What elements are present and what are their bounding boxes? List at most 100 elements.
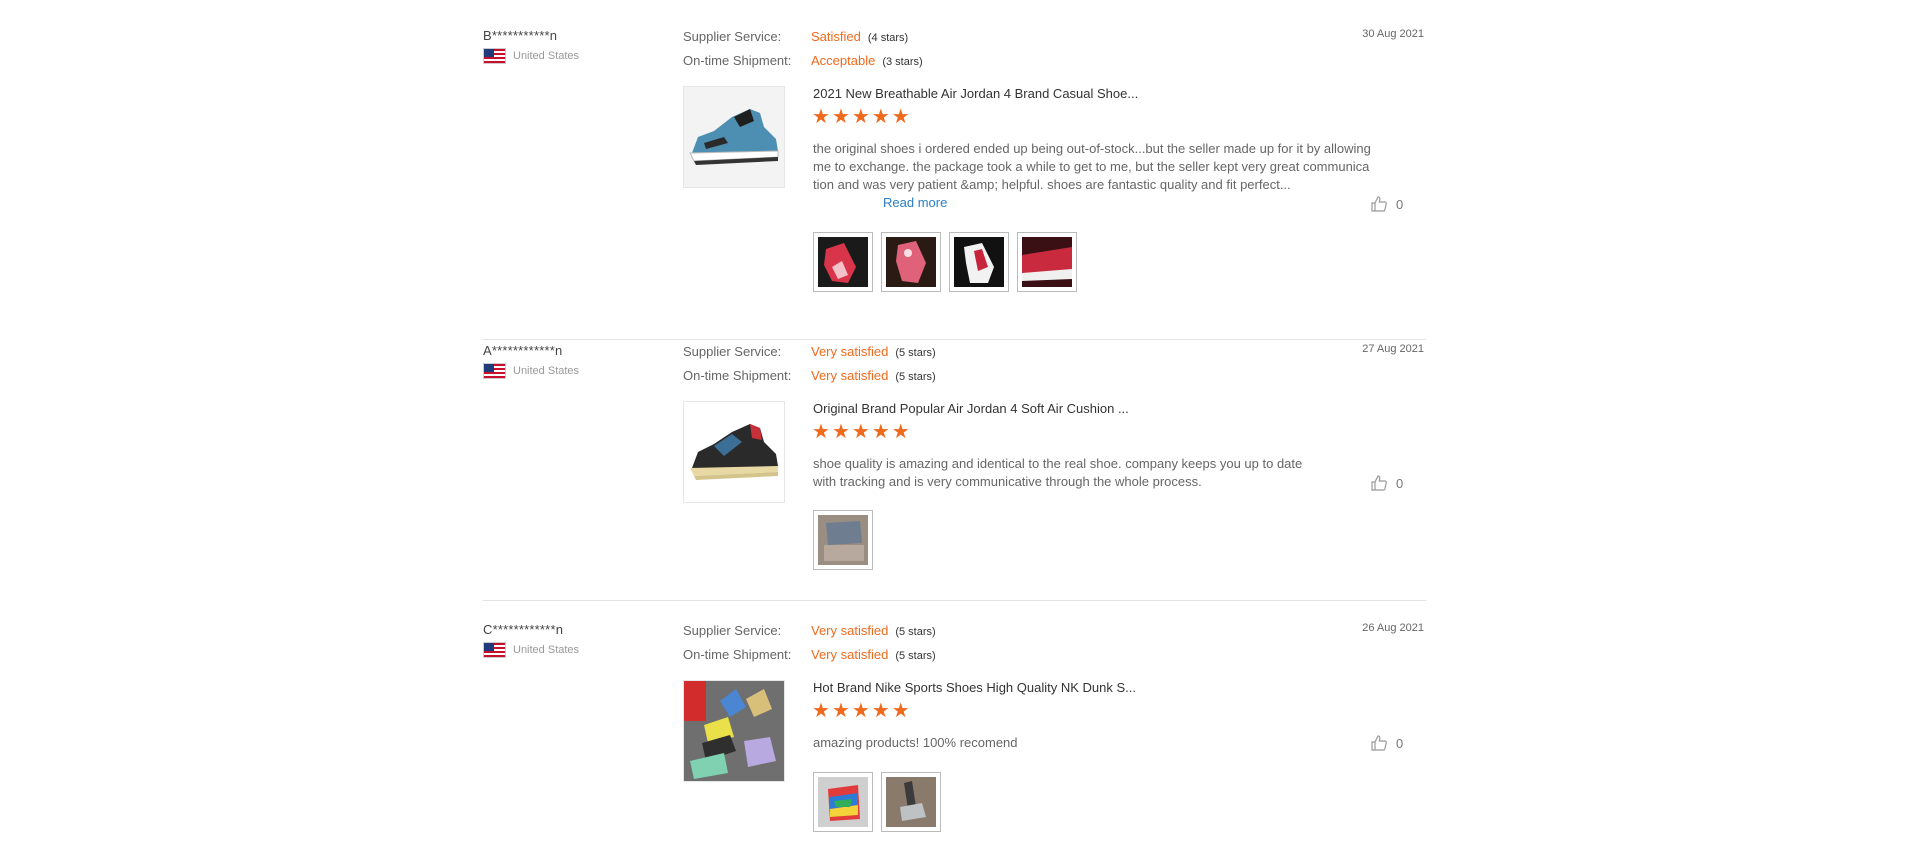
star-icon: ★ xyxy=(871,421,890,443)
product-image[interactable] xyxy=(683,86,785,188)
star-icon: ★ xyxy=(891,700,910,722)
us-flag-icon xyxy=(483,363,506,379)
review-date: 30 Aug 2021 xyxy=(1362,28,1424,40)
photo-pink-shoe xyxy=(886,237,936,287)
star-icon: ★ xyxy=(812,421,830,443)
review-photo-thumbnail[interactable] xyxy=(813,772,873,832)
photo-shoe-closeup xyxy=(1022,237,1072,287)
thumbs-up-icon xyxy=(1371,735,1387,751)
supplier-service-label: Supplier Service: xyxy=(683,344,782,359)
product-title[interactable]: Original Brand Popular Air Jordan 4 Soft… xyxy=(813,401,1129,416)
star-icon: ★ xyxy=(851,106,870,128)
shipment-stars: (5 stars) xyxy=(895,371,936,383)
review-photo-thumbnail[interactable] xyxy=(881,232,941,292)
reviewer-name: A************n xyxy=(483,343,563,358)
review-photo-thumbnail[interactable] xyxy=(949,232,1009,292)
shipment-value: Very satisfied xyxy=(811,647,889,662)
review-photos xyxy=(813,510,873,570)
supplier-service-value: Satisfied xyxy=(811,29,861,44)
review-text: amazing products! 100% recomend xyxy=(813,734,1373,752)
helpful-count: 0 xyxy=(1396,735,1404,751)
photo-box xyxy=(818,515,868,565)
helpful-button[interactable]: 0 xyxy=(1370,474,1403,492)
shipment-label: On-time Shipment: xyxy=(683,53,792,68)
star-icon: ★ xyxy=(891,421,910,443)
review-item: A************n United States Supplier Se… xyxy=(483,343,1426,601)
star-icon: ★ xyxy=(831,421,850,443)
helpful-count: 0 xyxy=(1396,475,1404,491)
reviewer-country: United States xyxy=(483,642,579,658)
review-photo-thumbnail[interactable] xyxy=(813,232,873,292)
shipment-label: On-time Shipment: xyxy=(683,647,792,662)
star-icon: ★ xyxy=(891,106,910,128)
review-item: C************n United States Supplier Se… xyxy=(483,622,1426,852)
product-star-rating: ★ ★ ★ ★ ★ xyxy=(812,701,910,721)
review-photo-thumbnail[interactable] xyxy=(881,772,941,832)
thumbs-up-icon xyxy=(1371,475,1387,491)
supplier-service-value: Very satisfied xyxy=(811,344,889,359)
review-text: shoe quality is amazing and identical to… xyxy=(813,455,1313,491)
shoe-image-black xyxy=(684,402,784,502)
photo-colorful-box xyxy=(818,777,868,827)
review-text-body: amazing products! 100% recomend xyxy=(813,735,1018,750)
country-name: United States xyxy=(513,50,580,62)
read-more-link[interactable]: Read more xyxy=(883,195,947,210)
review-date: 26 Aug 2021 xyxy=(1362,622,1424,634)
review-date: 27 Aug 2021 xyxy=(1362,343,1424,355)
review-photos xyxy=(813,232,1077,292)
review-text-body: the original shoes i ordered ended up be… xyxy=(813,141,1371,192)
photo-red-shoe xyxy=(818,237,868,287)
product-star-rating: ★ ★ ★ ★ ★ xyxy=(812,422,910,442)
reviewer-country: United States xyxy=(483,363,579,379)
star-icon: ★ xyxy=(871,106,890,128)
reviewer-name: C************n xyxy=(483,622,564,637)
review-text: the original shoes i ordered ended up be… xyxy=(813,140,1373,212)
review-item: B***********n United States Supplier Ser… xyxy=(483,28,1426,340)
country-name: United States xyxy=(513,365,580,377)
star-icon: ★ xyxy=(831,106,850,128)
shipment-stars: (5 stars) xyxy=(895,650,936,662)
reviewer-country: United States xyxy=(483,48,579,64)
product-image[interactable] xyxy=(683,680,785,782)
thumbs-up-icon xyxy=(1371,196,1387,212)
star-icon: ★ xyxy=(812,700,830,722)
star-icon: ★ xyxy=(831,700,850,722)
country-name: United States xyxy=(513,644,580,656)
shipment-stars: (3 stars) xyxy=(882,56,923,68)
photo-white-shoe xyxy=(954,237,1004,287)
shipment-label: On-time Shipment: xyxy=(683,368,792,383)
supplier-service-rating: Supplier Service: Very satisfied (5 star… xyxy=(683,344,936,359)
helpful-count: 0 xyxy=(1396,196,1404,212)
star-icon: ★ xyxy=(871,700,890,722)
product-star-rating: ★ ★ ★ ★ ★ xyxy=(812,107,910,127)
shipment-value: Very satisfied xyxy=(811,368,889,383)
product-image[interactable] xyxy=(683,401,785,503)
star-icon: ★ xyxy=(812,106,830,128)
photo-shoe-on-floor xyxy=(886,777,936,827)
shoe-image-blue xyxy=(684,87,784,187)
supplier-service-rating: Supplier Service: Very satisfied (5 star… xyxy=(683,623,936,638)
supplier-service-label: Supplier Service: xyxy=(683,623,782,638)
shoe-image-dunk-collection xyxy=(684,681,784,781)
helpful-button[interactable]: 0 xyxy=(1370,195,1403,213)
star-icon: ★ xyxy=(851,421,870,443)
helpful-button[interactable]: 0 xyxy=(1370,734,1403,752)
reviewer-name: B***********n xyxy=(483,28,558,43)
shipment-rating: On-time Shipment: Acceptable (3 stars) xyxy=(683,53,923,68)
supplier-service-label: Supplier Service: xyxy=(683,29,782,44)
review-photos xyxy=(813,772,941,832)
supplier-service-value: Very satisfied xyxy=(811,623,889,638)
review-photo-thumbnail[interactable] xyxy=(1017,232,1077,292)
supplier-service-rating: Supplier Service: Satisfied (4 stars) xyxy=(683,29,908,44)
review-text-body: shoe quality is amazing and identical to… xyxy=(813,456,1303,489)
supplier-service-stars: (4 stars) xyxy=(867,32,909,44)
review-photo-thumbnail[interactable] xyxy=(813,510,873,570)
product-title[interactable]: 2021 New Breathable Air Jordan 4 Brand C… xyxy=(813,86,1138,101)
shipment-rating: On-time Shipment: Very satisfied (5 star… xyxy=(683,368,936,383)
shipment-rating: On-time Shipment: Very satisfied (5 star… xyxy=(683,647,936,662)
star-icon: ★ xyxy=(851,700,870,722)
product-title[interactable]: Hot Brand Nike Sports Shoes High Quality… xyxy=(813,680,1136,695)
us-flag-icon xyxy=(483,642,506,658)
supplier-service-stars: (5 stars) xyxy=(895,626,936,638)
supplier-service-stars: (5 stars) xyxy=(895,347,936,359)
